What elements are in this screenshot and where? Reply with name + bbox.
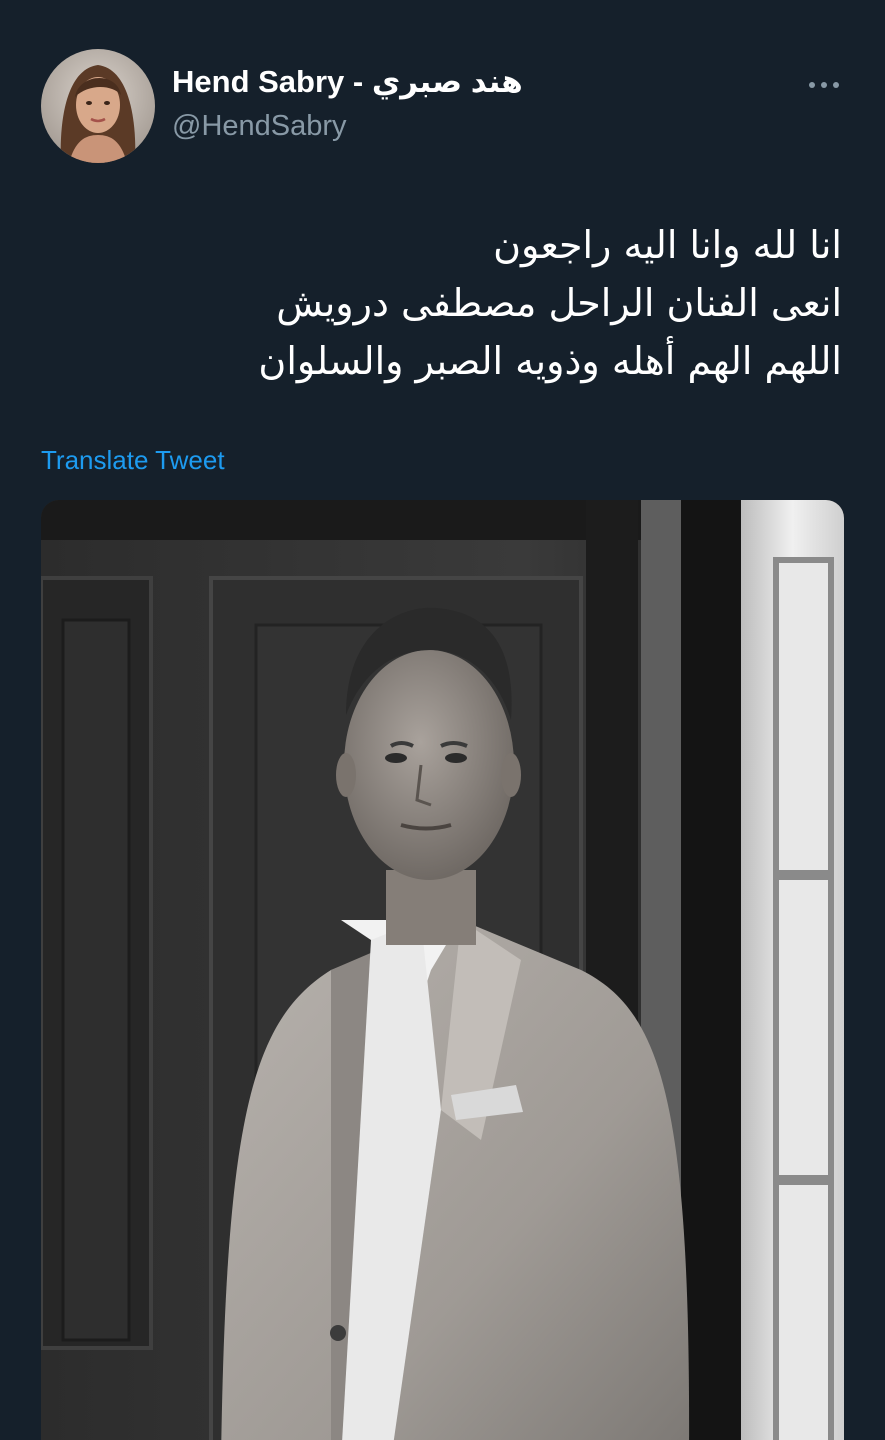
tweet-text-line: انا لله وانا اليه راجعون: [493, 223, 842, 267]
author-handle[interactable]: @HendSabry: [172, 110, 347, 143]
tweet-text-line: انعى الفنان الراحل مصطفى درويش: [276, 281, 842, 325]
author-avatar[interactable]: [41, 49, 155, 163]
avatar-photo: [41, 49, 155, 163]
translate-tweet-link[interactable]: Translate Tweet: [41, 445, 225, 476]
tweet-media-photo[interactable]: [41, 500, 844, 1440]
author-display-name[interactable]: Hend Sabry - هند صبري: [172, 64, 523, 100]
more-horizontal-icon: [809, 82, 839, 88]
tweet-text-line: اللهم الهم أهله وذويه الصبر والسلوان: [258, 339, 842, 383]
tweet-container: Hend Sabry - هند صبري @HendSabry انا لله…: [0, 0, 885, 1440]
more-options-button[interactable]: [800, 70, 848, 100]
portrait-photo: [41, 500, 844, 1440]
tweet-text: انا لله وانا اليه راجعون انعى الفنان الر…: [42, 216, 842, 390]
